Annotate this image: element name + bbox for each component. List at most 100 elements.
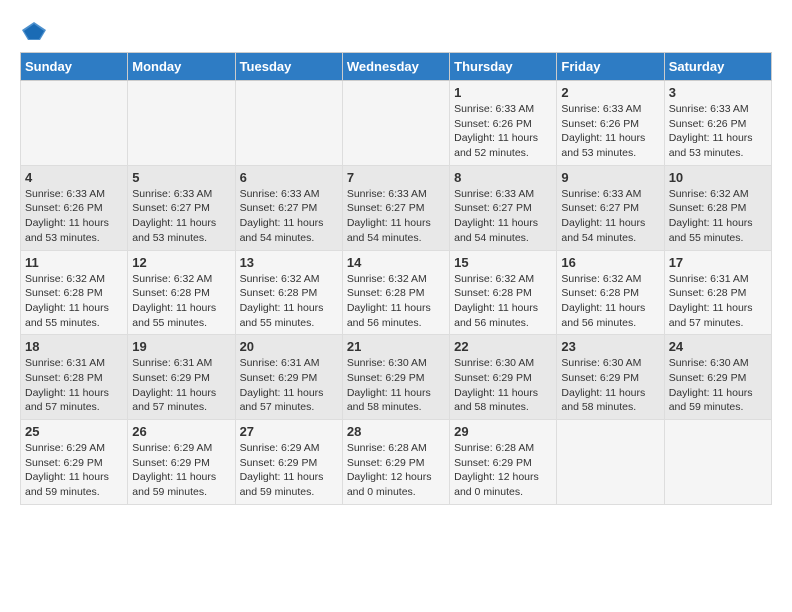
calendar-cell-w3-d3: 21 Sunrise: 6:30 AMSunset: 6:29 PMDayligh… bbox=[342, 335, 449, 420]
day-detail: Sunrise: 6:28 AMSunset: 6:29 PMDaylight:… bbox=[454, 441, 552, 500]
calendar-cell-w2-d0: 11 Sunrise: 6:32 AMSunset: 6:28 PMDayligh… bbox=[21, 250, 128, 335]
day-detail: Sunrise: 6:32 AMSunset: 6:28 PMDaylight:… bbox=[240, 272, 338, 331]
day-number: 11 bbox=[25, 255, 123, 270]
day-detail: Sunrise: 6:29 AMSunset: 6:29 PMDaylight:… bbox=[240, 441, 338, 500]
calendar-cell-w1-d2: 6 Sunrise: 6:33 AMSunset: 6:27 PMDaylight… bbox=[235, 165, 342, 250]
calendar-cell-w4-d6 bbox=[664, 420, 771, 505]
calendar-cell-w0-d4: 1 Sunrise: 6:33 AMSunset: 6:26 PMDaylight… bbox=[450, 81, 557, 166]
calendar-table: SundayMondayTuesdayWednesdayThursdayFrid… bbox=[20, 52, 772, 505]
calendar-cell-w2-d1: 12 Sunrise: 6:32 AMSunset: 6:28 PMDayligh… bbox=[128, 250, 235, 335]
week-row-1: 4 Sunrise: 6:33 AMSunset: 6:26 PMDaylight… bbox=[21, 165, 772, 250]
day-number: 22 bbox=[454, 339, 552, 354]
day-detail: Sunrise: 6:33 AMSunset: 6:27 PMDaylight:… bbox=[240, 187, 338, 246]
day-number: 15 bbox=[454, 255, 552, 270]
day-number: 17 bbox=[669, 255, 767, 270]
calendar-cell-w3-d5: 23 Sunrise: 6:30 AMSunset: 6:29 PMDayligh… bbox=[557, 335, 664, 420]
logo-icon bbox=[20, 20, 48, 42]
day-number: 27 bbox=[240, 424, 338, 439]
logo bbox=[20, 20, 52, 42]
day-number: 10 bbox=[669, 170, 767, 185]
day-detail: Sunrise: 6:32 AMSunset: 6:28 PMDaylight:… bbox=[347, 272, 445, 331]
weekday-header-row: SundayMondayTuesdayWednesdayThursdayFrid… bbox=[21, 53, 772, 81]
day-detail: Sunrise: 6:32 AMSunset: 6:28 PMDaylight:… bbox=[669, 187, 767, 246]
weekday-header-tuesday: Tuesday bbox=[235, 53, 342, 81]
calendar-header: SundayMondayTuesdayWednesdayThursdayFrid… bbox=[21, 53, 772, 81]
day-detail: Sunrise: 6:32 AMSunset: 6:28 PMDaylight:… bbox=[25, 272, 123, 331]
calendar-cell-w0-d6: 3 Sunrise: 6:33 AMSunset: 6:26 PMDaylight… bbox=[664, 81, 771, 166]
calendar-cell-w2-d4: 15 Sunrise: 6:32 AMSunset: 6:28 PMDayligh… bbox=[450, 250, 557, 335]
weekday-header-wednesday: Wednesday bbox=[342, 53, 449, 81]
calendar-cell-w3-d0: 18 Sunrise: 6:31 AMSunset: 6:28 PMDayligh… bbox=[21, 335, 128, 420]
week-row-4: 25 Sunrise: 6:29 AMSunset: 6:29 PMDayligh… bbox=[21, 420, 772, 505]
day-number: 12 bbox=[132, 255, 230, 270]
calendar-cell-w3-d4: 22 Sunrise: 6:30 AMSunset: 6:29 PMDayligh… bbox=[450, 335, 557, 420]
calendar-cell-w3-d2: 20Sunrise: 6:31 AMSunset: 6:29 PMDayligh… bbox=[235, 335, 342, 420]
day-number: 4 bbox=[25, 170, 123, 185]
day-number: 13 bbox=[240, 255, 338, 270]
calendar-cell-w4-d0: 25Sunrise: 6:29 AMSunset: 6:29 PMDayligh… bbox=[21, 420, 128, 505]
day-detail: Sunrise: 6:30 AMSunset: 6:29 PMDaylight:… bbox=[347, 356, 445, 415]
calendar-cell-w1-d5: 9 Sunrise: 6:33 AMSunset: 6:27 PMDaylight… bbox=[557, 165, 664, 250]
day-number: 1 bbox=[454, 85, 552, 100]
day-number: 24 bbox=[669, 339, 767, 354]
day-number: 2 bbox=[561, 85, 659, 100]
weekday-header-monday: Monday bbox=[128, 53, 235, 81]
calendar-cell-w4-d3: 28 Sunrise: 6:28 AMSunset: 6:29 PMDayligh… bbox=[342, 420, 449, 505]
day-detail: Sunrise: 6:31 AMSunset: 6:28 PMDaylight:… bbox=[669, 272, 767, 331]
calendar-cell-w0-d0 bbox=[21, 81, 128, 166]
calendar-body: 1 Sunrise: 6:33 AMSunset: 6:26 PMDaylight… bbox=[21, 81, 772, 505]
weekday-header-sunday: Sunday bbox=[21, 53, 128, 81]
day-number: 21 bbox=[347, 339, 445, 354]
day-detail: Sunrise: 6:28 AMSunset: 6:29 PMDaylight:… bbox=[347, 441, 445, 500]
week-row-3: 18 Sunrise: 6:31 AMSunset: 6:28 PMDayligh… bbox=[21, 335, 772, 420]
day-detail: Sunrise: 6:32 AMSunset: 6:28 PMDaylight:… bbox=[132, 272, 230, 331]
calendar-cell-w4-d4: 29 Sunrise: 6:28 AMSunset: 6:29 PMDayligh… bbox=[450, 420, 557, 505]
day-detail: Sunrise: 6:33 AMSunset: 6:27 PMDaylight:… bbox=[561, 187, 659, 246]
calendar-cell-w4-d1: 26Sunrise: 6:29 AMSunset: 6:29 PMDayligh… bbox=[128, 420, 235, 505]
calendar-cell-w0-d1 bbox=[128, 81, 235, 166]
day-number: 16 bbox=[561, 255, 659, 270]
calendar-cell-w1-d4: 8 Sunrise: 6:33 AMSunset: 6:27 PMDaylight… bbox=[450, 165, 557, 250]
day-number: 5 bbox=[132, 170, 230, 185]
weekday-header-saturday: Saturday bbox=[664, 53, 771, 81]
weekday-header-friday: Friday bbox=[557, 53, 664, 81]
day-number: 20 bbox=[240, 339, 338, 354]
day-detail: Sunrise: 6:33 AMSunset: 6:27 PMDaylight:… bbox=[347, 187, 445, 246]
calendar-cell-w3-d1: 19 Sunrise: 6:31 AMSunset: 6:29 PMDayligh… bbox=[128, 335, 235, 420]
week-row-2: 11 Sunrise: 6:32 AMSunset: 6:28 PMDayligh… bbox=[21, 250, 772, 335]
day-number: 28 bbox=[347, 424, 445, 439]
day-detail: Sunrise: 6:33 AMSunset: 6:26 PMDaylight:… bbox=[25, 187, 123, 246]
header bbox=[20, 20, 772, 42]
calendar-cell-w0-d2 bbox=[235, 81, 342, 166]
calendar-cell-w1-d0: 4 Sunrise: 6:33 AMSunset: 6:26 PMDaylight… bbox=[21, 165, 128, 250]
day-detail: Sunrise: 6:30 AMSunset: 6:29 PMDaylight:… bbox=[454, 356, 552, 415]
day-number: 18 bbox=[25, 339, 123, 354]
calendar-cell-w0-d3 bbox=[342, 81, 449, 166]
day-number: 14 bbox=[347, 255, 445, 270]
day-detail: Sunrise: 6:30 AMSunset: 6:29 PMDaylight:… bbox=[561, 356, 659, 415]
day-detail: Sunrise: 6:30 AMSunset: 6:29 PMDaylight:… bbox=[669, 356, 767, 415]
calendar-cell-w4-d5 bbox=[557, 420, 664, 505]
day-number: 8 bbox=[454, 170, 552, 185]
day-number: 23 bbox=[561, 339, 659, 354]
day-number: 19 bbox=[132, 339, 230, 354]
day-number: 29 bbox=[454, 424, 552, 439]
day-detail: Sunrise: 6:31 AMSunset: 6:29 PMDaylight:… bbox=[132, 356, 230, 415]
week-row-0: 1 Sunrise: 6:33 AMSunset: 6:26 PMDaylight… bbox=[21, 81, 772, 166]
day-number: 6 bbox=[240, 170, 338, 185]
day-detail: Sunrise: 6:33 AMSunset: 6:26 PMDaylight:… bbox=[454, 102, 552, 161]
calendar-cell-w2-d2: 13 Sunrise: 6:32 AMSunset: 6:28 PMDayligh… bbox=[235, 250, 342, 335]
day-detail: Sunrise: 6:33 AMSunset: 6:27 PMDaylight:… bbox=[132, 187, 230, 246]
day-number: 25 bbox=[25, 424, 123, 439]
day-detail: Sunrise: 6:32 AMSunset: 6:28 PMDaylight:… bbox=[454, 272, 552, 331]
calendar-cell-w2-d5: 16 Sunrise: 6:32 AMSunset: 6:28 PMDayligh… bbox=[557, 250, 664, 335]
calendar-cell-w1-d3: 7 Sunrise: 6:33 AMSunset: 6:27 PMDaylight… bbox=[342, 165, 449, 250]
day-number: 3 bbox=[669, 85, 767, 100]
day-number: 9 bbox=[561, 170, 659, 185]
day-detail: Sunrise: 6:31 AMSunset: 6:28 PMDaylight:… bbox=[25, 356, 123, 415]
day-detail: Sunrise: 6:32 AMSunset: 6:28 PMDaylight:… bbox=[561, 272, 659, 331]
calendar-cell-w1-d1: 5 Sunrise: 6:33 AMSunset: 6:27 PMDaylight… bbox=[128, 165, 235, 250]
day-detail: Sunrise: 6:33 AMSunset: 6:27 PMDaylight:… bbox=[454, 187, 552, 246]
day-number: 7 bbox=[347, 170, 445, 185]
day-detail: Sunrise: 6:33 AMSunset: 6:26 PMDaylight:… bbox=[669, 102, 767, 161]
